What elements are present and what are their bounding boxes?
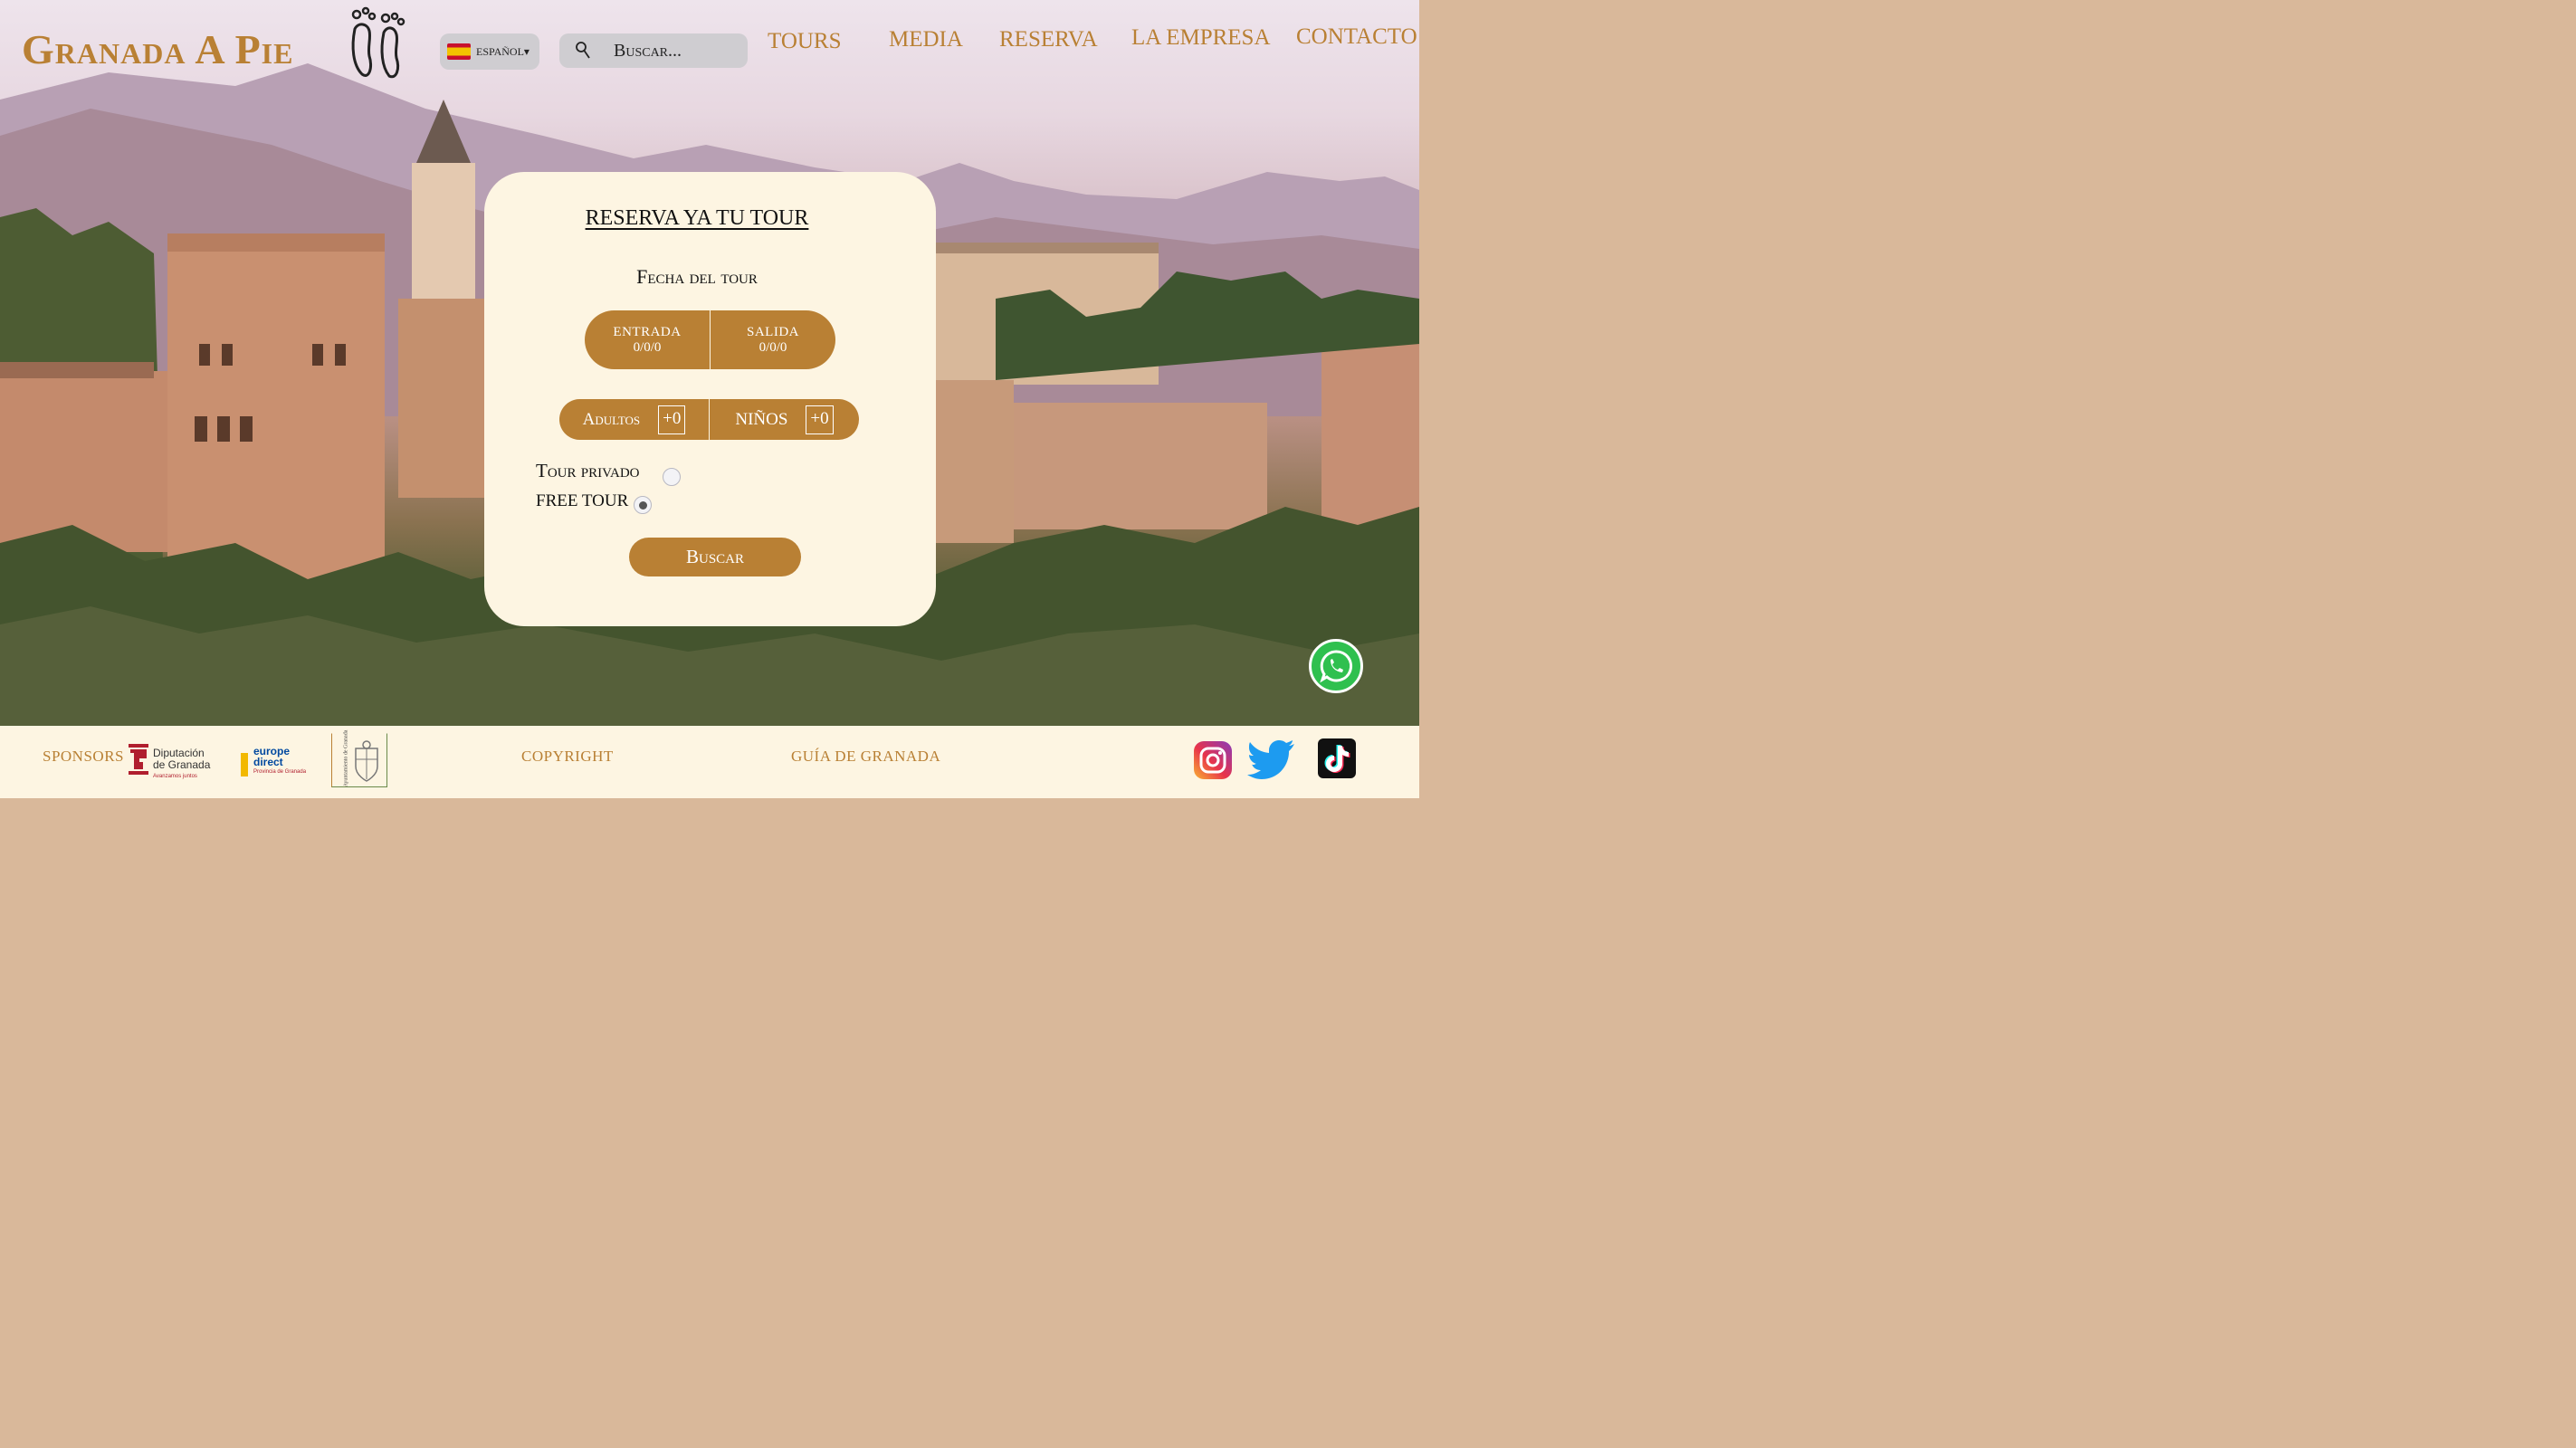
- whatsapp-button[interactable]: [1309, 639, 1363, 693]
- language-selector[interactable]: ESPAÑOL▾: [440, 33, 539, 70]
- nav-contacto[interactable]: CONTACTO: [1296, 24, 1417, 50]
- europe-direct-line2: direct: [253, 756, 283, 768]
- site-logo[interactable]: Granada A Pie: [22, 25, 293, 73]
- salida-label: SALIDA: [747, 324, 799, 339]
- adultos-label: Adultos: [582, 409, 641, 429]
- search-icon: [576, 42, 590, 59]
- copyright-link[interactable]: COPYRIGHT: [521, 748, 614, 766]
- nav-media[interactable]: MEDIA: [889, 27, 963, 52]
- europe-direct-bar-icon: [241, 753, 248, 776]
- adultos-stepper[interactable]: +0: [658, 405, 686, 434]
- sponsor-diputacion-logo[interactable]: Diputación de Granada Avanzamos juntos: [127, 740, 217, 784]
- search-input[interactable]: Buscar...: [614, 41, 682, 62]
- tour-privado-radio[interactable]: [663, 468, 681, 486]
- date-range-picker: ENTRADA 0/0/0 SALIDA 0/0/0: [585, 310, 835, 369]
- buscar-button[interactable]: Buscar: [629, 538, 801, 576]
- search-bar[interactable]: Buscar...: [559, 33, 748, 68]
- ninos-stepper[interactable]: +0: [806, 405, 834, 434]
- booking-title: RESERVA YA TU TOUR: [585, 206, 809, 230]
- free-tour-label: FREE TOUR: [536, 491, 629, 510]
- sponsors-label: SPONSORS: [43, 748, 124, 765]
- entrada-value: 0/0/0: [633, 339, 662, 355]
- tour-date-label: Fecha del tour: [636, 265, 758, 288]
- twitter-icon[interactable]: [1247, 738, 1296, 782]
- entrada-label: ENTRADA: [613, 324, 682, 339]
- ayuntamiento-text: Ayuntamiento de Granada: [343, 729, 349, 787]
- sponsor-europe-direct-logo[interactable]: europe direct Provincia de Granada: [241, 742, 317, 782]
- language-label: ESPAÑOL▾: [476, 44, 530, 58]
- diputacion-tagline: Avanzamos juntos: [153, 774, 197, 779]
- europe-direct-tagline: Provincia de Granada: [253, 769, 307, 775]
- spain-flag-icon: [447, 43, 471, 60]
- footprints-logo-icon: [351, 6, 405, 79]
- ninos-label: NIÑOS: [735, 409, 788, 429]
- salida-value: 0/0/0: [758, 339, 787, 355]
- tiktok-icon[interactable]: [1318, 738, 1356, 778]
- sponsor-ayuntamiento-logo[interactable]: Ayuntamiento de Granada: [331, 729, 387, 787]
- whatsapp-icon: [1320, 650, 1353, 683]
- entrada-date-field[interactable]: ENTRADA 0/0/0: [585, 310, 710, 369]
- diputacion-emblem-icon: [129, 744, 148, 775]
- nav-reserva[interactable]: RESERVA: [999, 27, 1098, 52]
- instagram-icon[interactable]: [1193, 740, 1233, 780]
- guest-counter: Adultos +0 NIÑOS +0: [559, 399, 859, 440]
- guia-de-granada-link[interactable]: GUÍA DE GRANADA: [791, 748, 940, 766]
- nav-tours[interactable]: TOURS: [768, 29, 842, 54]
- free-tour-radio[interactable]: [634, 496, 652, 514]
- tour-privado-label: Tour privado: [536, 460, 640, 481]
- ayuntamiento-coat-of-arms-icon: [355, 740, 378, 782]
- salida-date-field[interactable]: SALIDA 0/0/0: [710, 310, 835, 369]
- nav-la-empresa[interactable]: LA EMPRESA: [1131, 25, 1271, 51]
- diputacion-line2: de Granada: [153, 758, 211, 771]
